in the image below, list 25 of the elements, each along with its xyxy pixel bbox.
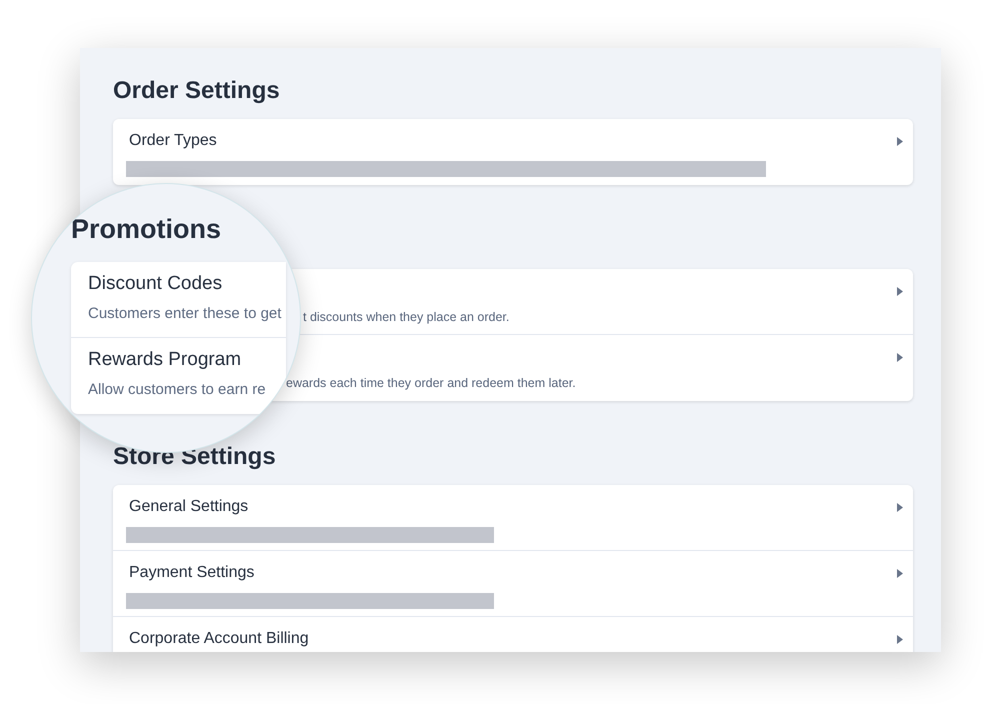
settings-row[interactable]: Corporate Account Billing: [113, 617, 913, 652]
chevron-right-icon: [897, 287, 903, 296]
section-heading: Order Settings: [113, 76, 280, 106]
row-title: General Settings: [129, 497, 248, 517]
chevron-right-icon: [897, 137, 903, 146]
chevron-right-icon: [897, 635, 903, 644]
row-description: Customers enter these to get: [88, 304, 282, 324]
settings-row[interactable]: Rewards Program Allow customers to earn re: [71, 338, 286, 414]
row-description: Allow customers to earn re: [88, 380, 266, 400]
row-description: ewards each time they order and redeem them later.: [286, 375, 576, 391]
row-title: Order Types: [129, 131, 217, 151]
section-heading: Store Settings: [113, 442, 276, 472]
row-description: t discounts when they place an order.: [303, 309, 510, 325]
settings-row[interactable]: Order Types: [113, 119, 913, 185]
settings-row[interactable]: Discount Codes Customers enter these to get: [71, 262, 286, 338]
row-title: Payment Settings: [129, 563, 254, 583]
chevron-right-icon: [897, 353, 903, 362]
row-title: Discount Codes: [88, 272, 222, 296]
row-title: Corporate Account Billing: [129, 629, 309, 649]
row-title: Rewards Program: [88, 348, 242, 372]
chevron-right-icon: [897, 569, 903, 578]
settings-row[interactable]: General Settings: [113, 485, 913, 551]
chevron-right-icon: [897, 503, 903, 512]
section-heading: Promotions: [71, 213, 222, 245]
settings-row[interactable]: Payment Settings: [113, 551, 913, 617]
